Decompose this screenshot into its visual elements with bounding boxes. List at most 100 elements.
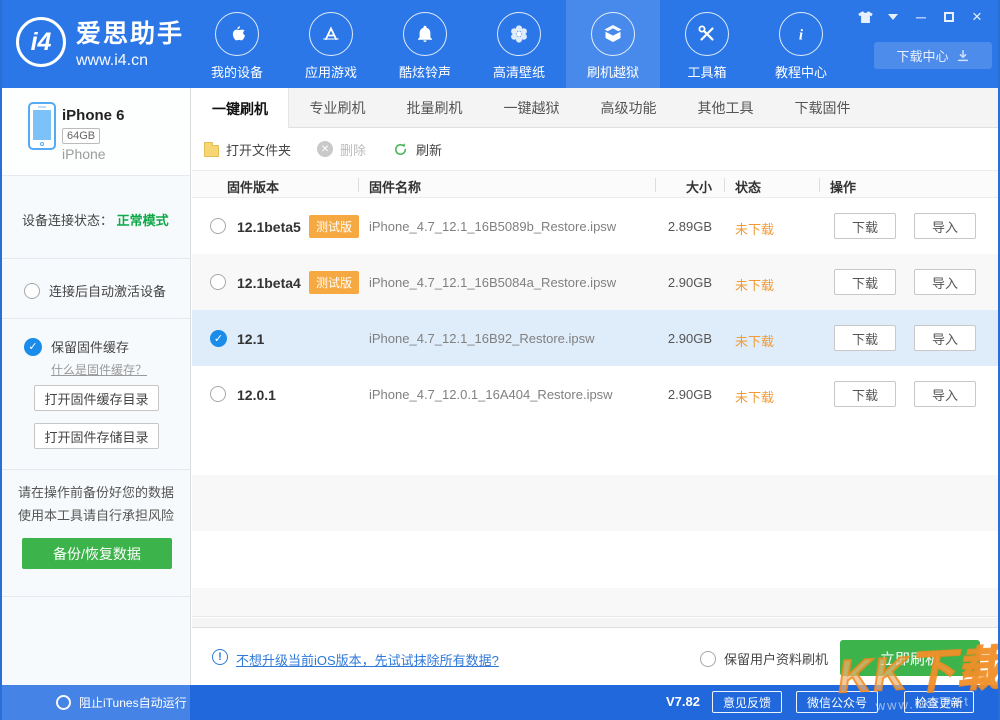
firmware-row[interactable]: 12.0.1 iPhone_4.7_12.0.1_16A404_Restore.… xyxy=(192,366,1000,422)
backup-section: 请在操作前备份好您的数据 使用本工具请自行承担风险 备份/恢复数据 xyxy=(2,470,190,597)
refresh-button[interactable]: 刷新 xyxy=(392,140,442,159)
firmware-version: 12.1 xyxy=(237,331,264,347)
auto-activate-section: 连接后自动激活设备 xyxy=(2,259,190,319)
empty-stripe xyxy=(192,531,1000,588)
connection-status: 正常模式 xyxy=(117,213,169,228)
tab-batch-flash[interactable]: 批量刷机 xyxy=(386,88,483,128)
firmware-size: 2.90GB xyxy=(632,331,712,346)
tip-info-icon: ! xyxy=(212,649,228,665)
device-model: iPhone xyxy=(62,146,106,162)
firmware-version: 12.0.1 xyxy=(237,387,276,403)
refresh-label: 刷新 xyxy=(416,140,442,159)
feedback-button[interactable]: 意见反馈 xyxy=(712,691,782,713)
col-name: 固件名称 xyxy=(369,177,421,196)
import-button[interactable]: 导入 xyxy=(914,381,976,407)
firmware-row[interactable]: 12.1beta5 测试版 iPhone_4.7_12.1_16B5089b_R… xyxy=(192,198,1000,254)
action-bar: ! 不想升级当前iOS版本，先试试抹除所有数据? 保留用户资料刷机 立即刷机 xyxy=(192,629,1000,685)
folder-icon xyxy=(204,145,219,157)
auto-activate-label: 连接后自动激活设备 xyxy=(49,281,166,300)
block-itunes-radio[interactable] xyxy=(56,695,71,710)
nav-toolbox[interactable]: 工具箱 xyxy=(660,0,754,88)
firmware-filename: iPhone_4.7_12.1_16B5089b_Restore.ipsw xyxy=(369,219,616,234)
divider xyxy=(192,618,1000,628)
tab-one-click-jailbreak[interactable]: 一键越狱 xyxy=(483,88,580,128)
open-folder-button[interactable]: 打开文件夹 xyxy=(204,140,291,159)
keep-user-data-radio[interactable] xyxy=(700,651,716,667)
col-status: 状态 xyxy=(735,177,761,196)
nav-app-games[interactable]: 应用游戏 xyxy=(284,0,378,88)
nav-tutorials[interactable]: i 教程中心 xyxy=(754,0,848,88)
import-button[interactable]: 导入 xyxy=(914,325,976,351)
firmware-status: 未下载 xyxy=(735,387,774,406)
app-version: V7.82 xyxy=(666,694,700,709)
flash-now-button[interactable]: 立即刷机 xyxy=(840,640,980,676)
col-operation: 操作 xyxy=(830,177,856,196)
download-button[interactable]: 下载 xyxy=(834,213,896,239)
minimize-icon[interactable]: ─ xyxy=(912,8,930,26)
firmware-version: 12.1beta4 xyxy=(237,275,301,291)
check-update-button[interactable]: 检查更新 xyxy=(904,691,974,713)
app-logo: i4 爱思助手 www.i4.cn xyxy=(16,14,184,70)
delete-label: 删除 xyxy=(340,140,366,159)
table-header: 固件版本 固件名称 大小 状态 操作 xyxy=(192,170,1000,198)
nav-flash-jailbreak[interactable]: 刷机越狱 xyxy=(566,0,660,88)
maximize-icon[interactable] xyxy=(940,8,958,26)
info-icon: i xyxy=(779,12,823,56)
nav-my-devices[interactable]: 我的设备 xyxy=(190,0,284,88)
download-center-label: 下载中心 xyxy=(896,46,948,65)
firmware-status: 未下载 xyxy=(735,275,774,294)
row-radio[interactable] xyxy=(210,386,226,402)
download-button[interactable]: 下载 xyxy=(834,325,896,351)
app-title: 爱思助手 xyxy=(76,14,184,50)
what-is-cache-link[interactable]: 什么是固件缓存？ xyxy=(51,361,147,378)
firmware-row-selected[interactable]: ✓ 12.1 iPhone_4.7_12.1_16B92_Restore.ips… xyxy=(192,310,1000,366)
empty-stripe xyxy=(192,475,1000,531)
close-icon[interactable]: × xyxy=(968,8,986,26)
app-window: i4 爱思助手 www.i4.cn 我的设备 应用游戏 xyxy=(0,0,1000,720)
row-radio[interactable] xyxy=(210,274,226,290)
download-button[interactable]: 下载 xyxy=(834,381,896,407)
download-icon xyxy=(956,49,970,63)
nav-label: 高清壁纸 xyxy=(493,62,545,81)
refresh-icon xyxy=(392,141,409,158)
auto-activate-radio[interactable] xyxy=(24,283,40,299)
appstore-icon xyxy=(309,12,353,56)
download-button[interactable]: 下载 xyxy=(834,269,896,295)
tab-download-firmware[interactable]: 下载固件 xyxy=(774,88,871,128)
tab-pro-flash[interactable]: 专业刷机 xyxy=(289,88,386,128)
status-bar: 阻止iTunes自动运行 V7.82 意见反馈 微信公众号 检查更新 xyxy=(0,685,1000,720)
skin-icon[interactable] xyxy=(856,8,874,26)
row-radio[interactable] xyxy=(210,218,226,234)
tab-one-click-flash[interactable]: 一键刷机 xyxy=(192,88,289,129)
wechat-account-button[interactable]: 微信公众号 xyxy=(796,691,878,713)
delete-button[interactable]: ✕ 删除 xyxy=(317,140,366,159)
block-itunes-toggle[interactable]: 阻止iTunes自动运行 xyxy=(0,685,190,720)
nav-ringtones[interactable]: 酷炫铃声 xyxy=(378,0,472,88)
iphone-icon xyxy=(28,102,56,150)
jailbreak-box-icon xyxy=(591,12,635,56)
import-button[interactable]: 导入 xyxy=(914,269,976,295)
backup-warning-line1: 请在操作前备份好您的数据 xyxy=(2,482,190,501)
firmware-filename: iPhone_4.7_12.1_16B92_Restore.ipsw xyxy=(369,331,595,346)
open-cache-dir-button[interactable]: 打开固件缓存目录 xyxy=(34,385,159,411)
toolbar: 打开文件夹 ✕ 删除 刷新 xyxy=(192,128,1000,170)
sidebar: iPhone 6 64GB iPhone 设备连接状态： 正常模式 连接后自动激… xyxy=(2,88,191,685)
backup-restore-button[interactable]: 备份/恢复数据 xyxy=(22,538,172,569)
open-storage-dir-button[interactable]: 打开固件存储目录 xyxy=(34,423,159,449)
app-url: www.i4.cn xyxy=(76,52,184,70)
nav-label: 教程中心 xyxy=(775,62,827,81)
keep-user-data-label: 保留用户资料刷机 xyxy=(724,649,828,668)
firmware-row[interactable]: 12.1beta4 测试版 iPhone_4.7_12.1_16B5084a_R… xyxy=(192,254,1000,310)
row-radio-checked[interactable]: ✓ xyxy=(210,330,227,347)
erase-data-link[interactable]: 不想升级当前iOS版本，先试试抹除所有数据? xyxy=(236,650,499,669)
tab-advanced[interactable]: 高级功能 xyxy=(580,88,677,128)
firmware-status: 未下载 xyxy=(735,331,774,350)
tab-other-tools[interactable]: 其他工具 xyxy=(677,88,774,128)
download-center-button[interactable]: 下载中心 xyxy=(874,42,992,69)
nav-label: 酷炫铃声 xyxy=(399,62,451,81)
nav-wallpapers[interactable]: 高清壁纸 xyxy=(472,0,566,88)
keep-cache-checkbox[interactable]: ✓ xyxy=(24,338,42,356)
firmware-filename: iPhone_4.7_12.1_16B5084a_Restore.ipsw xyxy=(369,275,616,290)
import-button[interactable]: 导入 xyxy=(914,213,976,239)
menu-icon[interactable] xyxy=(884,8,902,26)
